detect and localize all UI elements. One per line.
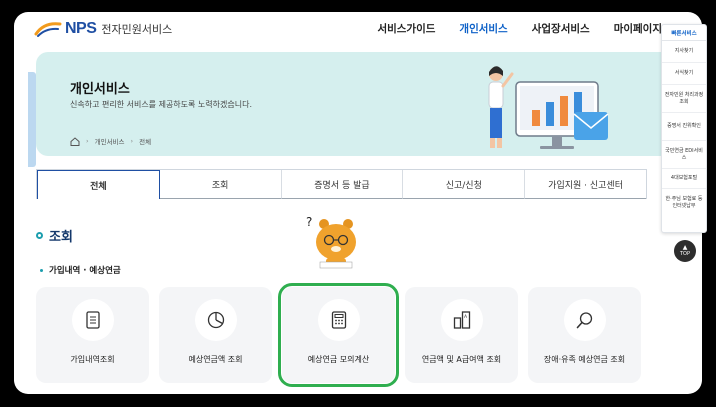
subsection-bullet-icon xyxy=(40,268,43,272)
quick-item-form-search[interactable]: 서식찾기 xyxy=(662,63,706,85)
card-icon-circle xyxy=(564,299,606,341)
browser-frame: NPS 전자민원서비스 서비스가이드 개인서비스 사업장서비스 마이페이지 개인… xyxy=(14,12,702,394)
card-label: 장애·유족 예상연금 조회 xyxy=(543,355,626,364)
quick-item-online-payment[interactable]: 한·주님 보험료 등 인터넷납부 xyxy=(662,189,706,217)
card-icon-circle: A xyxy=(441,299,483,341)
quick-menu: 빠른서비스 지사찾기 서식찾기 전자민원 처리과정조회 증명서 진위확인 국민연… xyxy=(661,24,707,233)
card-label: 연금액 및 A급여액 조회 xyxy=(421,355,502,364)
card-label: 가입내역조회 xyxy=(70,355,115,364)
tab-support-center[interactable]: 가입지원 · 신고센터 xyxy=(525,170,646,199)
breadcrumb-item[interactable]: 개인서비스 xyxy=(95,136,125,146)
site-header: NPS 전자민원서비스 서비스가이드 개인서비스 사업장서비스 마이페이지 xyxy=(14,12,674,46)
subsection-title: 가입내역 · 예상연금 xyxy=(40,264,121,276)
left-edge-strip xyxy=(28,72,36,167)
card-disability-survivor[interactable]: 장애·유족 예상연금 조회 xyxy=(528,287,641,383)
card-pension-simulation[interactable]: 예상연금 모의계산 xyxy=(278,283,399,387)
card-icon-circle xyxy=(195,299,237,341)
main-navigation: 서비스가이드 개인서비스 사업장서비스 마이페이지 xyxy=(377,21,662,36)
quick-menu-title: 빠른서비스 xyxy=(662,25,706,41)
page-description: 신속하고 편리한 서비스를 제공하도록 노력하겠습니다. xyxy=(70,100,252,109)
card-icon-circle xyxy=(318,299,360,341)
pie-chart-icon xyxy=(207,311,225,329)
magnifier-icon xyxy=(576,312,593,329)
card-enrollment-history[interactable]: 가입내역조회 xyxy=(36,287,149,383)
quick-item-certificate-verify[interactable]: 증명서 진위확인 xyxy=(662,113,706,141)
nav-my-page[interactable]: 마이페이지 xyxy=(614,21,662,36)
service-card-list: 가입내역조회 예상연금액 조회 예상연금 모의계산 A 연금액 및 A급여액 조… xyxy=(36,283,641,387)
logo-subtitle: 전자민원서비스 xyxy=(101,23,173,36)
section-title-text: 조회 xyxy=(49,230,73,245)
hero-banner: 개인서비스 신속하고 편리한 서비스를 제공하도록 노력하겠습니다. › 개인서… xyxy=(36,52,674,156)
card-pension-benefit[interactable]: A 연금액 및 A급여액 조회 xyxy=(405,287,518,383)
nav-business-service[interactable]: 사업장서비스 xyxy=(532,21,590,36)
breadcrumb-separator-icon: › xyxy=(130,137,134,145)
category-tabs: 전체 조회 증명서 등 발급 신고/신청 가입지원 · 신고센터 xyxy=(36,169,647,199)
bar-document-icon: A xyxy=(453,311,471,329)
nps-logo-icon xyxy=(34,22,62,37)
tab-all[interactable]: 전체 xyxy=(37,170,160,199)
document-list-icon xyxy=(86,311,100,329)
tab-report-apply[interactable]: 신고/신청 xyxy=(403,170,526,199)
logo-text: NPS xyxy=(65,20,97,37)
subsection-title-text: 가입내역 · 예상연금 xyxy=(49,266,121,276)
card-label: 예상연금 모의계산 xyxy=(307,355,370,364)
scroll-top-button[interactable]: ▲ TOP xyxy=(674,240,696,262)
svg-text:A: A xyxy=(464,314,468,320)
breadcrumb-separator-icon: › xyxy=(86,137,89,145)
tab-inquiry[interactable]: 조회 xyxy=(159,170,282,199)
svg-text:?: ? xyxy=(306,215,312,229)
site-logo[interactable]: NPS 전자민원서비스 xyxy=(34,20,172,38)
home-icon[interactable] xyxy=(70,136,80,146)
section-title: 조회 xyxy=(36,226,73,245)
hero-illustration-icon xyxy=(488,66,609,149)
tab-certificate[interactable]: 증명서 등 발급 xyxy=(281,170,404,199)
section-bullet-icon xyxy=(36,232,43,239)
quick-item-branch-search[interactable]: 지사찾기 xyxy=(662,41,706,63)
character-sticker-icon: ? xyxy=(306,215,356,269)
page-title: 개인서비스 xyxy=(70,82,130,97)
calculator-icon xyxy=(331,311,347,329)
nav-service-guide[interactable]: 서비스가이드 xyxy=(377,21,435,36)
card-icon-circle xyxy=(72,299,114,341)
nav-personal-service[interactable]: 개인서비스 xyxy=(459,21,507,36)
top-button-label: TOP xyxy=(679,251,690,257)
quick-item-process-inquiry[interactable]: 전자민원 처리과정조회 xyxy=(662,85,706,113)
breadcrumb-item[interactable]: 전체 xyxy=(139,136,151,146)
breadcrumb: › 개인서비스 › 전체 xyxy=(70,136,151,146)
quick-item-insurance-portal[interactable]: 4대보험포털 xyxy=(662,169,706,189)
card-expected-pension[interactable]: 예상연금액 조회 xyxy=(159,287,272,383)
card-label: 예상연금액 조회 xyxy=(188,355,243,364)
quick-item-edi-service[interactable]: 국민연금 EDI서비스 xyxy=(662,141,706,169)
